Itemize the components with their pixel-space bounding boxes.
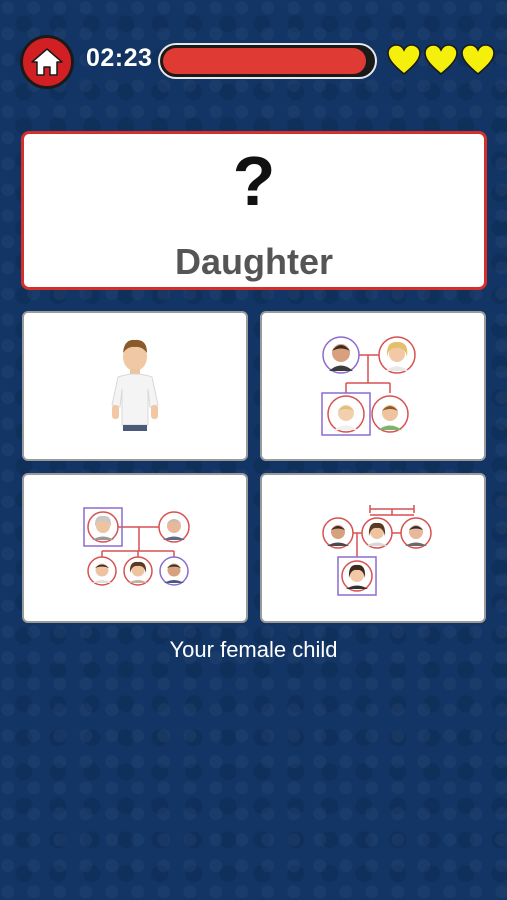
family-tree-icon	[322, 505, 432, 596]
option-family-tree-parents-children[interactable]	[260, 311, 486, 461]
timer-readout: 02:23	[86, 44, 153, 72]
heart-icon	[461, 44, 495, 76]
heart-icon	[387, 44, 421, 76]
lives-indicator	[387, 44, 495, 76]
home-icon	[31, 48, 63, 76]
option-family-tree-siblings-child[interactable]	[260, 473, 486, 623]
time-progress-bar	[158, 43, 377, 79]
home-button[interactable]	[20, 35, 74, 89]
option-boy-photo[interactable]	[22, 311, 248, 461]
question-card: ? Daughter	[21, 131, 487, 290]
question-mark: ?	[232, 142, 276, 220]
hint-text: Your female child	[169, 637, 338, 662]
family-tree-icon	[83, 507, 190, 586]
family-tree-icon	[321, 336, 416, 436]
question-word: Daughter	[174, 241, 333, 282]
boy-portrait-icon	[111, 339, 159, 431]
option-family-tree-grandparents[interactable]	[22, 473, 248, 623]
heart-icon	[424, 44, 458, 76]
time-progress-fill	[163, 48, 366, 74]
